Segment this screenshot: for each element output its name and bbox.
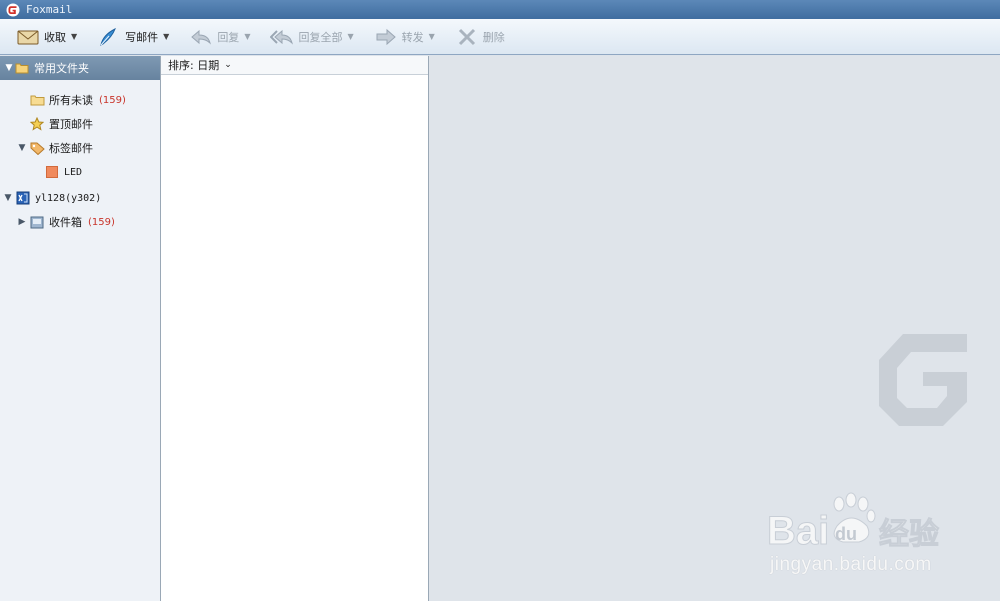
toolbar: 收取 ▼ 写邮件 ▼ 回复 ▼ 回复全部 ▼ 转发 ▼ 删除 — [0, 19, 1000, 55]
reply-arrow-icon — [189, 27, 213, 47]
receive-label: 收取 — [44, 30, 66, 44]
sort-bar[interactable]: 排序: 日期 ⌄ — [161, 56, 428, 75]
foxmail-watermark-icon — [879, 334, 967, 426]
common-folders-header[interactable]: ▼ 常用文件夹 — [0, 56, 160, 80]
expand-triangle-icon[interactable]: ▼ — [4, 63, 14, 73]
collapse-triangle-icon[interactable]: ▶ — [17, 217, 27, 227]
folder-icon — [14, 61, 30, 75]
sidebar-item-tagged[interactable]: ▼ 标签邮件 — [0, 136, 160, 160]
reading-pane: Bai du 经验 jingyan.baidu.com — [429, 56, 1000, 601]
compose-dropdown-icon[interactable]: ▼ — [163, 32, 169, 41]
delete-x-icon — [455, 27, 479, 47]
svg-text:Bai: Bai — [767, 509, 829, 553]
reply-all-label: 回复全部 — [298, 30, 343, 44]
svg-text:经验: 经验 — [879, 517, 939, 552]
account-mail-icon — [15, 191, 31, 205]
folder-icon — [29, 93, 45, 107]
foxmail-logo-icon — [6, 3, 20, 16]
feather-pen-icon — [97, 27, 121, 47]
tag-color-swatch-icon — [44, 165, 60, 179]
chevron-down-icon[interactable]: ⌄ — [224, 60, 232, 70]
receive-button[interactable]: 收取 ▼ — [12, 24, 81, 50]
delete-label: 删除 — [482, 30, 505, 44]
sidebar-item-all-unread[interactable]: 所有未读 (159) — [0, 88, 160, 112]
all-unread-label: 所有未读 — [49, 94, 93, 107]
sort-label: 排序: 日期 — [168, 59, 220, 72]
message-list-pane[interactable]: 排序: 日期 ⌄ — [161, 56, 429, 601]
delete-button[interactable]: 删除 — [451, 24, 509, 50]
pinned-label: 置顶邮件 — [49, 118, 93, 131]
title-bar: Foxmail — [0, 0, 1000, 19]
account-node[interactable]: ▼ yl128(y302) — [0, 186, 160, 210]
compose-button[interactable]: 写邮件 ▼ — [93, 24, 173, 50]
compose-label: 写邮件 — [125, 30, 159, 44]
baidu-url: jingyan.baidu.com — [770, 554, 932, 575]
reply-all-arrow-icon — [270, 27, 294, 47]
inbox-count: (159) — [88, 216, 115, 228]
reply-dropdown-icon[interactable]: ▼ — [244, 32, 250, 41]
reply-all-button[interactable]: 回复全部 ▼ — [266, 24, 357, 50]
forward-button[interactable]: 转发 ▼ — [370, 24, 439, 50]
forward-arrow-icon — [374, 27, 398, 47]
envelope-icon — [16, 27, 40, 47]
receive-dropdown-icon[interactable]: ▼ — [71, 32, 77, 41]
reply-label: 回复 — [217, 30, 240, 44]
inbox-icon — [29, 215, 45, 229]
window-title: Foxmail — [26, 3, 73, 16]
account-label: yl128(y302) — [35, 192, 102, 204]
sidebar-item-pinned[interactable]: 置顶邮件 — [0, 112, 160, 136]
expand-triangle-icon[interactable]: ▼ — [3, 193, 13, 203]
forward-dropdown-icon[interactable]: ▼ — [429, 32, 435, 41]
tag-icon — [29, 141, 45, 155]
reply-button[interactable]: 回复 ▼ — [185, 24, 254, 50]
forward-label: 转发 — [401, 30, 424, 44]
all-unread-count: (159) — [99, 94, 126, 106]
tagged-label: 标签邮件 — [49, 142, 93, 155]
inbox-label: 收件箱 — [49, 216, 82, 229]
expand-triangle-icon[interactable]: ▼ — [17, 143, 27, 153]
sidebar-item-inbox[interactable]: ▶ 收件箱 (159) — [0, 210, 160, 234]
sidebar-item-tag-led[interactable]: LED — [0, 160, 160, 184]
svg-text:du: du — [835, 524, 857, 544]
star-icon — [29, 117, 45, 131]
common-folders-label: 常用文件夹 — [34, 62, 89, 75]
folder-pane: ▼ 常用文件夹 所有未读 (159) 置顶邮件 ▼ 标签邮件 LED ▼ yl1… — [0, 56, 161, 601]
reply-all-dropdown-icon[interactable]: ▼ — [347, 32, 353, 41]
tag-led-label: LED — [64, 166, 83, 178]
